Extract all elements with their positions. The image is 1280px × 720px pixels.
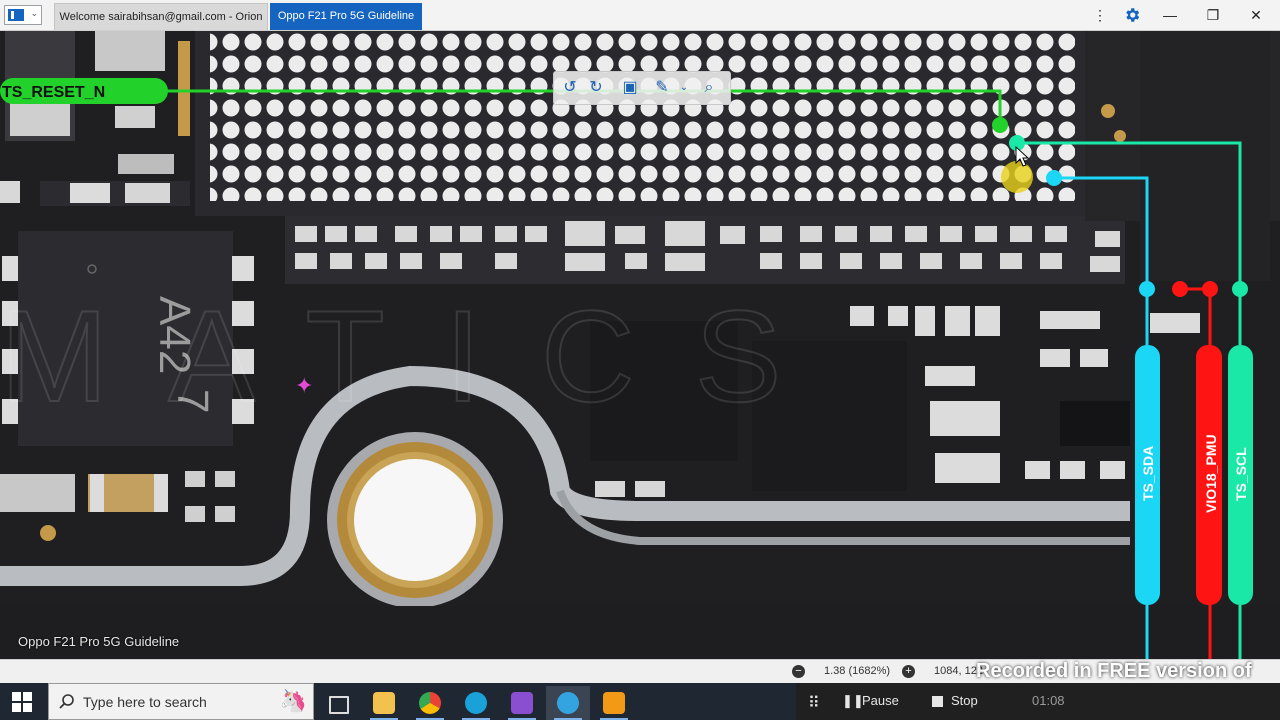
taskbar: Type here to search 🦄 ⠿ ❚❚ Pause Stop 01… [0,683,1280,720]
zoom-in-icon[interactable]: + [902,665,915,678]
svg-text:✦: ✦ [295,373,313,398]
stop-button[interactable]: Stop [951,693,978,708]
unicorn-doodle-icon: 🦄 [279,688,307,713]
visual-studio-icon[interactable] [500,686,544,720]
windows-start-icon[interactable] [12,692,32,712]
app-logo-icon [8,9,24,21]
zoom-out-icon[interactable]: − [792,665,805,678]
gear-icon [1126,8,1140,22]
close-button[interactable]: ✕ [1236,0,1276,30]
minimize-button[interactable]: — [1150,0,1190,30]
stop-icon[interactable] [932,696,943,707]
board-viewer[interactable]: A42 7 MATICS ✦ TS_RESET_N TS_SCL TS_SDA … [0,31,1280,659]
title-bar: ⌄ Welcome sairabihsan@gmail.com - Orion … [0,0,1280,31]
pause-button[interactable]: Pause [862,693,899,708]
document-watermark-title: Oppo F21 Pro 5G Guideline [18,634,180,649]
chrome-icon[interactable] [408,686,452,720]
recorder-app-icon[interactable] [592,686,636,720]
signal-label-ts-sda: TS_SDA [1140,446,1156,501]
rotate-left-icon[interactable]: ↺ [558,76,582,100]
tab-guideline[interactable]: Oppo F21 Pro 5G Guideline [270,3,422,30]
edge-icon[interactable] [454,686,498,720]
settings-button[interactable] [1112,0,1152,30]
pcb-board-image[interactable]: A42 7 MATICS ✦ TS_RESET_N TS_SCL TS_SDA … [0,31,1280,659]
board-viewer-app-icon[interactable] [546,686,590,720]
drag-handle-icon[interactable]: ⠿ [808,693,820,713]
signal-label-ts-scl: TS_SCL [1233,447,1249,501]
pause-icon[interactable]: ❚❚ [842,693,864,709]
recording-time: 01:08 [1032,693,1065,708]
rotate-right-icon[interactable]: ↻ [584,76,608,100]
zoom-icon[interactable]: ⌕ [697,76,721,100]
zoom-level: 1.38 (1682%) [824,665,891,677]
search-icon [59,694,74,709]
tab-welcome[interactable]: Welcome sairabihsan@gmail.com - Orion [54,3,268,30]
chevron-down-icon[interactable]: ⌄ [672,76,696,100]
restore-button[interactable]: ❐ [1193,0,1233,30]
search-placeholder: Type here to search [83,694,207,710]
svg-text:MATICS: MATICS [0,283,841,429]
file-explorer-icon[interactable] [362,686,406,720]
taskbar-search-box[interactable]: Type here to search 🦄 [48,683,314,720]
signal-label-vio18-pmu: VIO18_PMU [1203,434,1219,513]
chevron-down-icon: ⌄ [30,8,38,18]
recorder-control-bar: ⠿ ❚❚ Pause Stop 01:08 [796,683,1280,720]
task-view-icon[interactable] [316,686,360,720]
highlight-tool-icon[interactable]: ✎ [650,76,674,100]
app-menu-button[interactable]: ⌄ [4,5,42,25]
signal-label-ts-reset-n: TS_RESET_N [2,84,105,101]
viewer-toolbar: ↺ ↻ ▣ ✎ ⌄ ⌕ [553,71,731,105]
fit-screen-icon[interactable]: ▣ [618,76,642,100]
